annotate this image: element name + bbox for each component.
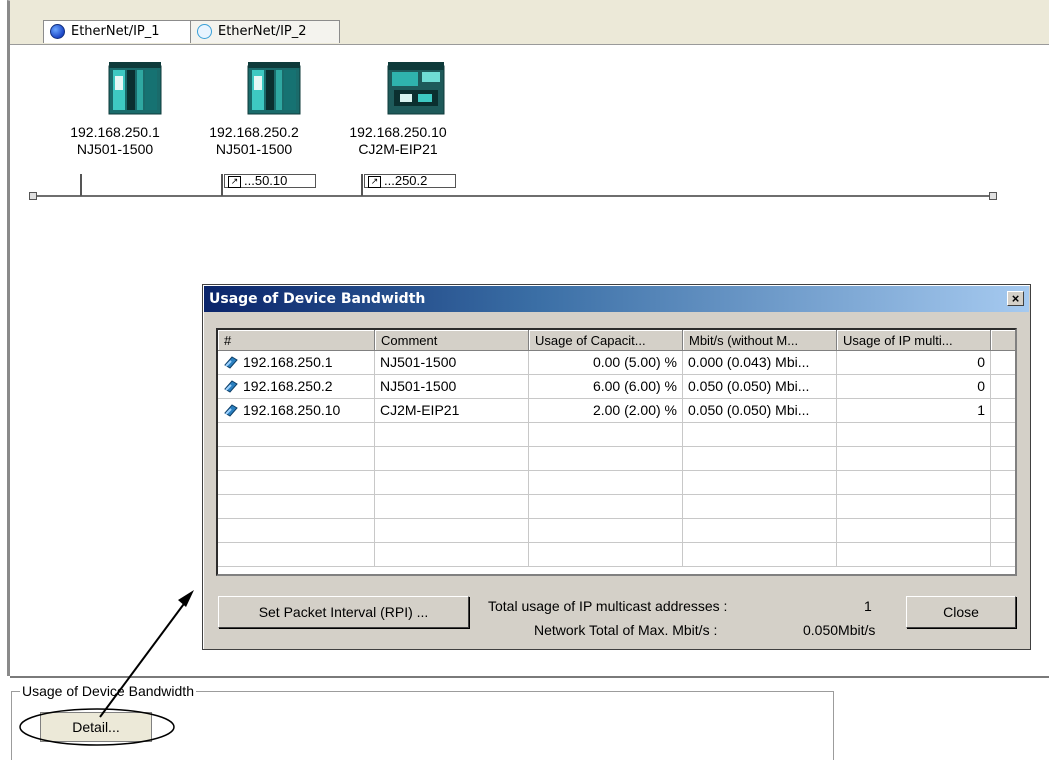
pointer-arrow-line	[99, 596, 190, 718]
pointer-arrow-head	[178, 590, 194, 607]
annotation-overlay	[19, 590, 194, 746]
highlight-ellipse	[19, 708, 175, 746]
